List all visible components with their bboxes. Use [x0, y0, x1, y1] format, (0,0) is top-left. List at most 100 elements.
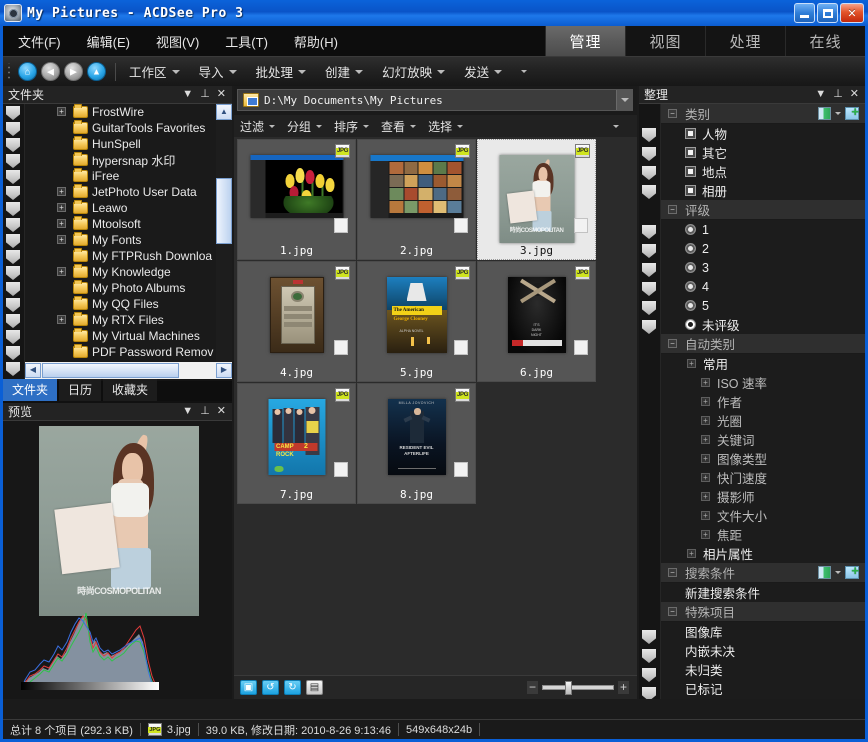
- toolbar-grip[interactable]: [5, 63, 14, 81]
- pin-icon[interactable]: ⊥: [200, 406, 210, 417]
- chevron-down-icon[interactable]: [835, 112, 841, 115]
- organize-autocategory-item[interactable]: +作者: [661, 392, 865, 411]
- organize-category-item[interactable]: 相册: [661, 181, 865, 200]
- thumbnail-checkbox[interactable]: [454, 340, 468, 355]
- organize-rating-item[interactable]: 3: [661, 258, 865, 277]
- chevron-down-icon[interactable]: ▼: [182, 89, 193, 100]
- expand-icon[interactable]: +: [687, 549, 696, 558]
- expand-icon[interactable]: +: [701, 511, 710, 520]
- expand-icon[interactable]: +: [701, 416, 710, 425]
- chevron-down-icon[interactable]: ▼: [182, 406, 193, 417]
- folder-tree-hscrollbar[interactable]: ◀ ▶: [25, 362, 232, 379]
- thumbnail-item[interactable]: JPG1.jpg: [237, 139, 356, 260]
- viewmode-menu[interactable]: 查看: [381, 118, 416, 135]
- home-icon[interactable]: ⌂: [18, 62, 37, 81]
- organize-section-header[interactable]: −类别: [661, 104, 865, 124]
- pin-icon[interactable]: ⊥: [200, 89, 210, 100]
- organize-autocategory-item[interactable]: +图像类型: [661, 449, 865, 468]
- radio-button[interactable]: [685, 281, 696, 292]
- folder-tree-item[interactable]: +My RTX Files: [25, 312, 215, 328]
- add-to-image-basket-icon[interactable]: ▣: [240, 680, 257, 695]
- organize-section-header[interactable]: −评级: [661, 200, 865, 220]
- workspace-button[interactable]: 工作区: [123, 59, 186, 84]
- select-menu[interactable]: 选择: [428, 118, 463, 135]
- radio-button[interactable]: [685, 319, 696, 330]
- organize-rating-item[interactable]: 1: [661, 220, 865, 239]
- thumbnail-checkbox[interactable]: [454, 462, 468, 477]
- organize-section-header[interactable]: −搜索条件: [661, 563, 865, 583]
- organize-autocategory-item[interactable]: +文件大小: [661, 506, 865, 525]
- toggle-view-icon[interactable]: ▤: [306, 680, 323, 695]
- expand-icon[interactable]: +: [57, 219, 66, 228]
- expand-icon[interactable]: +: [701, 397, 710, 406]
- expand-icon[interactable]: +: [701, 473, 710, 482]
- organize-rating-item[interactable]: 5: [661, 296, 865, 315]
- organize-rating-item[interactable]: 2: [661, 239, 865, 258]
- organize-section-header[interactable]: −自动类别: [661, 334, 865, 354]
- folder-tree-item[interactable]: GuitarTools Favorites: [25, 120, 215, 136]
- scroll-right-icon[interactable]: ▶: [216, 363, 232, 378]
- path-dropdown-button[interactable]: [616, 90, 632, 110]
- organize-rating-item[interactable]: 未评级: [661, 315, 865, 334]
- forward-icon[interactable]: ▶: [64, 62, 83, 81]
- scroll-left-icon[interactable]: ◀: [25, 363, 41, 378]
- expand-icon[interactable]: +: [57, 187, 66, 196]
- radio-button[interactable]: [685, 300, 696, 311]
- organize-autocategory-group[interactable]: +常用: [661, 354, 865, 373]
- expand-icon[interactable]: +: [57, 315, 66, 324]
- category-tag-icon[interactable]: [818, 107, 831, 120]
- tab-favorites[interactable]: 收藏夹: [103, 379, 157, 401]
- pin-icon[interactable]: ⊥: [833, 89, 843, 100]
- add-category-icon[interactable]: [845, 107, 859, 120]
- organize-autocategory-item[interactable]: +关键词: [661, 430, 865, 449]
- expand-icon[interactable]: +: [57, 267, 66, 276]
- organize-autocategory-item[interactable]: +ISO 速率: [661, 373, 865, 392]
- organize-autocategory-group[interactable]: +相片属性: [661, 544, 865, 563]
- checkbox[interactable]: [685, 128, 696, 139]
- thumbnail-checkbox[interactable]: [334, 218, 348, 233]
- checkbox[interactable]: [685, 185, 696, 196]
- folder-tree[interactable]: +FrostWireGuitarTools FavoritesHunSpellh…: [3, 104, 232, 379]
- category-tag-icon[interactable]: [818, 566, 831, 579]
- group-menu[interactable]: 分组: [287, 118, 322, 135]
- folder-tree-item[interactable]: My FTPRush Downloa: [25, 248, 215, 264]
- tab-folders[interactable]: 文件夹: [3, 379, 57, 401]
- thumbnail-item[interactable]: JPG2.jpg: [357, 139, 476, 260]
- slideshow-button[interactable]: 幻灯放映: [376, 59, 451, 84]
- close-icon[interactable]: ✕: [217, 406, 226, 417]
- radio-button[interactable]: [685, 224, 696, 235]
- tab-online[interactable]: 在线: [785, 26, 865, 56]
- close-icon[interactable]: ✕: [217, 89, 226, 100]
- expand-icon[interactable]: +: [57, 107, 66, 116]
- rotate-right-icon[interactable]: ↻: [284, 680, 301, 695]
- folder-tree-item[interactable]: My Photo Albums: [25, 280, 215, 296]
- filterbar-overflow-button[interactable]: [613, 125, 625, 128]
- menu-tools[interactable]: 工具(T): [214, 28, 279, 55]
- toolbar-overflow-button[interactable]: [515, 67, 533, 76]
- collapse-icon[interactable]: −: [668, 205, 677, 214]
- folder-tree-item[interactable]: My QQ Files: [25, 296, 215, 312]
- maximize-button[interactable]: [817, 3, 838, 23]
- organize-item[interactable]: 图像库: [661, 622, 865, 641]
- folder-tree-item[interactable]: +Mtoolsoft: [25, 216, 215, 232]
- minimize-button[interactable]: [794, 3, 815, 23]
- thumbnail-zoom-slider[interactable]: − +: [527, 681, 637, 694]
- thumbnail-item[interactable]: JPGThe AmericanGeorge ClooneyALPHA NOVEL…: [357, 261, 476, 382]
- organize-section-header[interactable]: −特殊项目: [661, 602, 865, 622]
- zoom-in-button[interactable]: +: [618, 681, 629, 694]
- filter-menu[interactable]: 过滤: [240, 118, 275, 135]
- collapse-icon[interactable]: −: [668, 109, 677, 118]
- create-button[interactable]: 创建: [319, 59, 369, 84]
- folder-tree-item[interactable]: HunSpell: [25, 136, 215, 152]
- thumbnail-checkbox[interactable]: [574, 218, 588, 233]
- add-category-icon[interactable]: [845, 566, 859, 579]
- close-button[interactable]: ✕: [840, 3, 864, 23]
- folder-tree-item[interactable]: My Virtual Machines: [25, 328, 215, 344]
- collapse-icon[interactable]: −: [668, 339, 677, 348]
- expand-icon[interactable]: +: [701, 454, 710, 463]
- expand-icon[interactable]: +: [701, 378, 710, 387]
- thumbnail-item[interactable]: JPGCAMPROCK27.jpg: [237, 383, 356, 504]
- organize-category-item[interactable]: 地点: [661, 162, 865, 181]
- folder-tree-vscrollbar[interactable]: ▲ ▼: [216, 104, 232, 379]
- expand-icon[interactable]: +: [701, 435, 710, 444]
